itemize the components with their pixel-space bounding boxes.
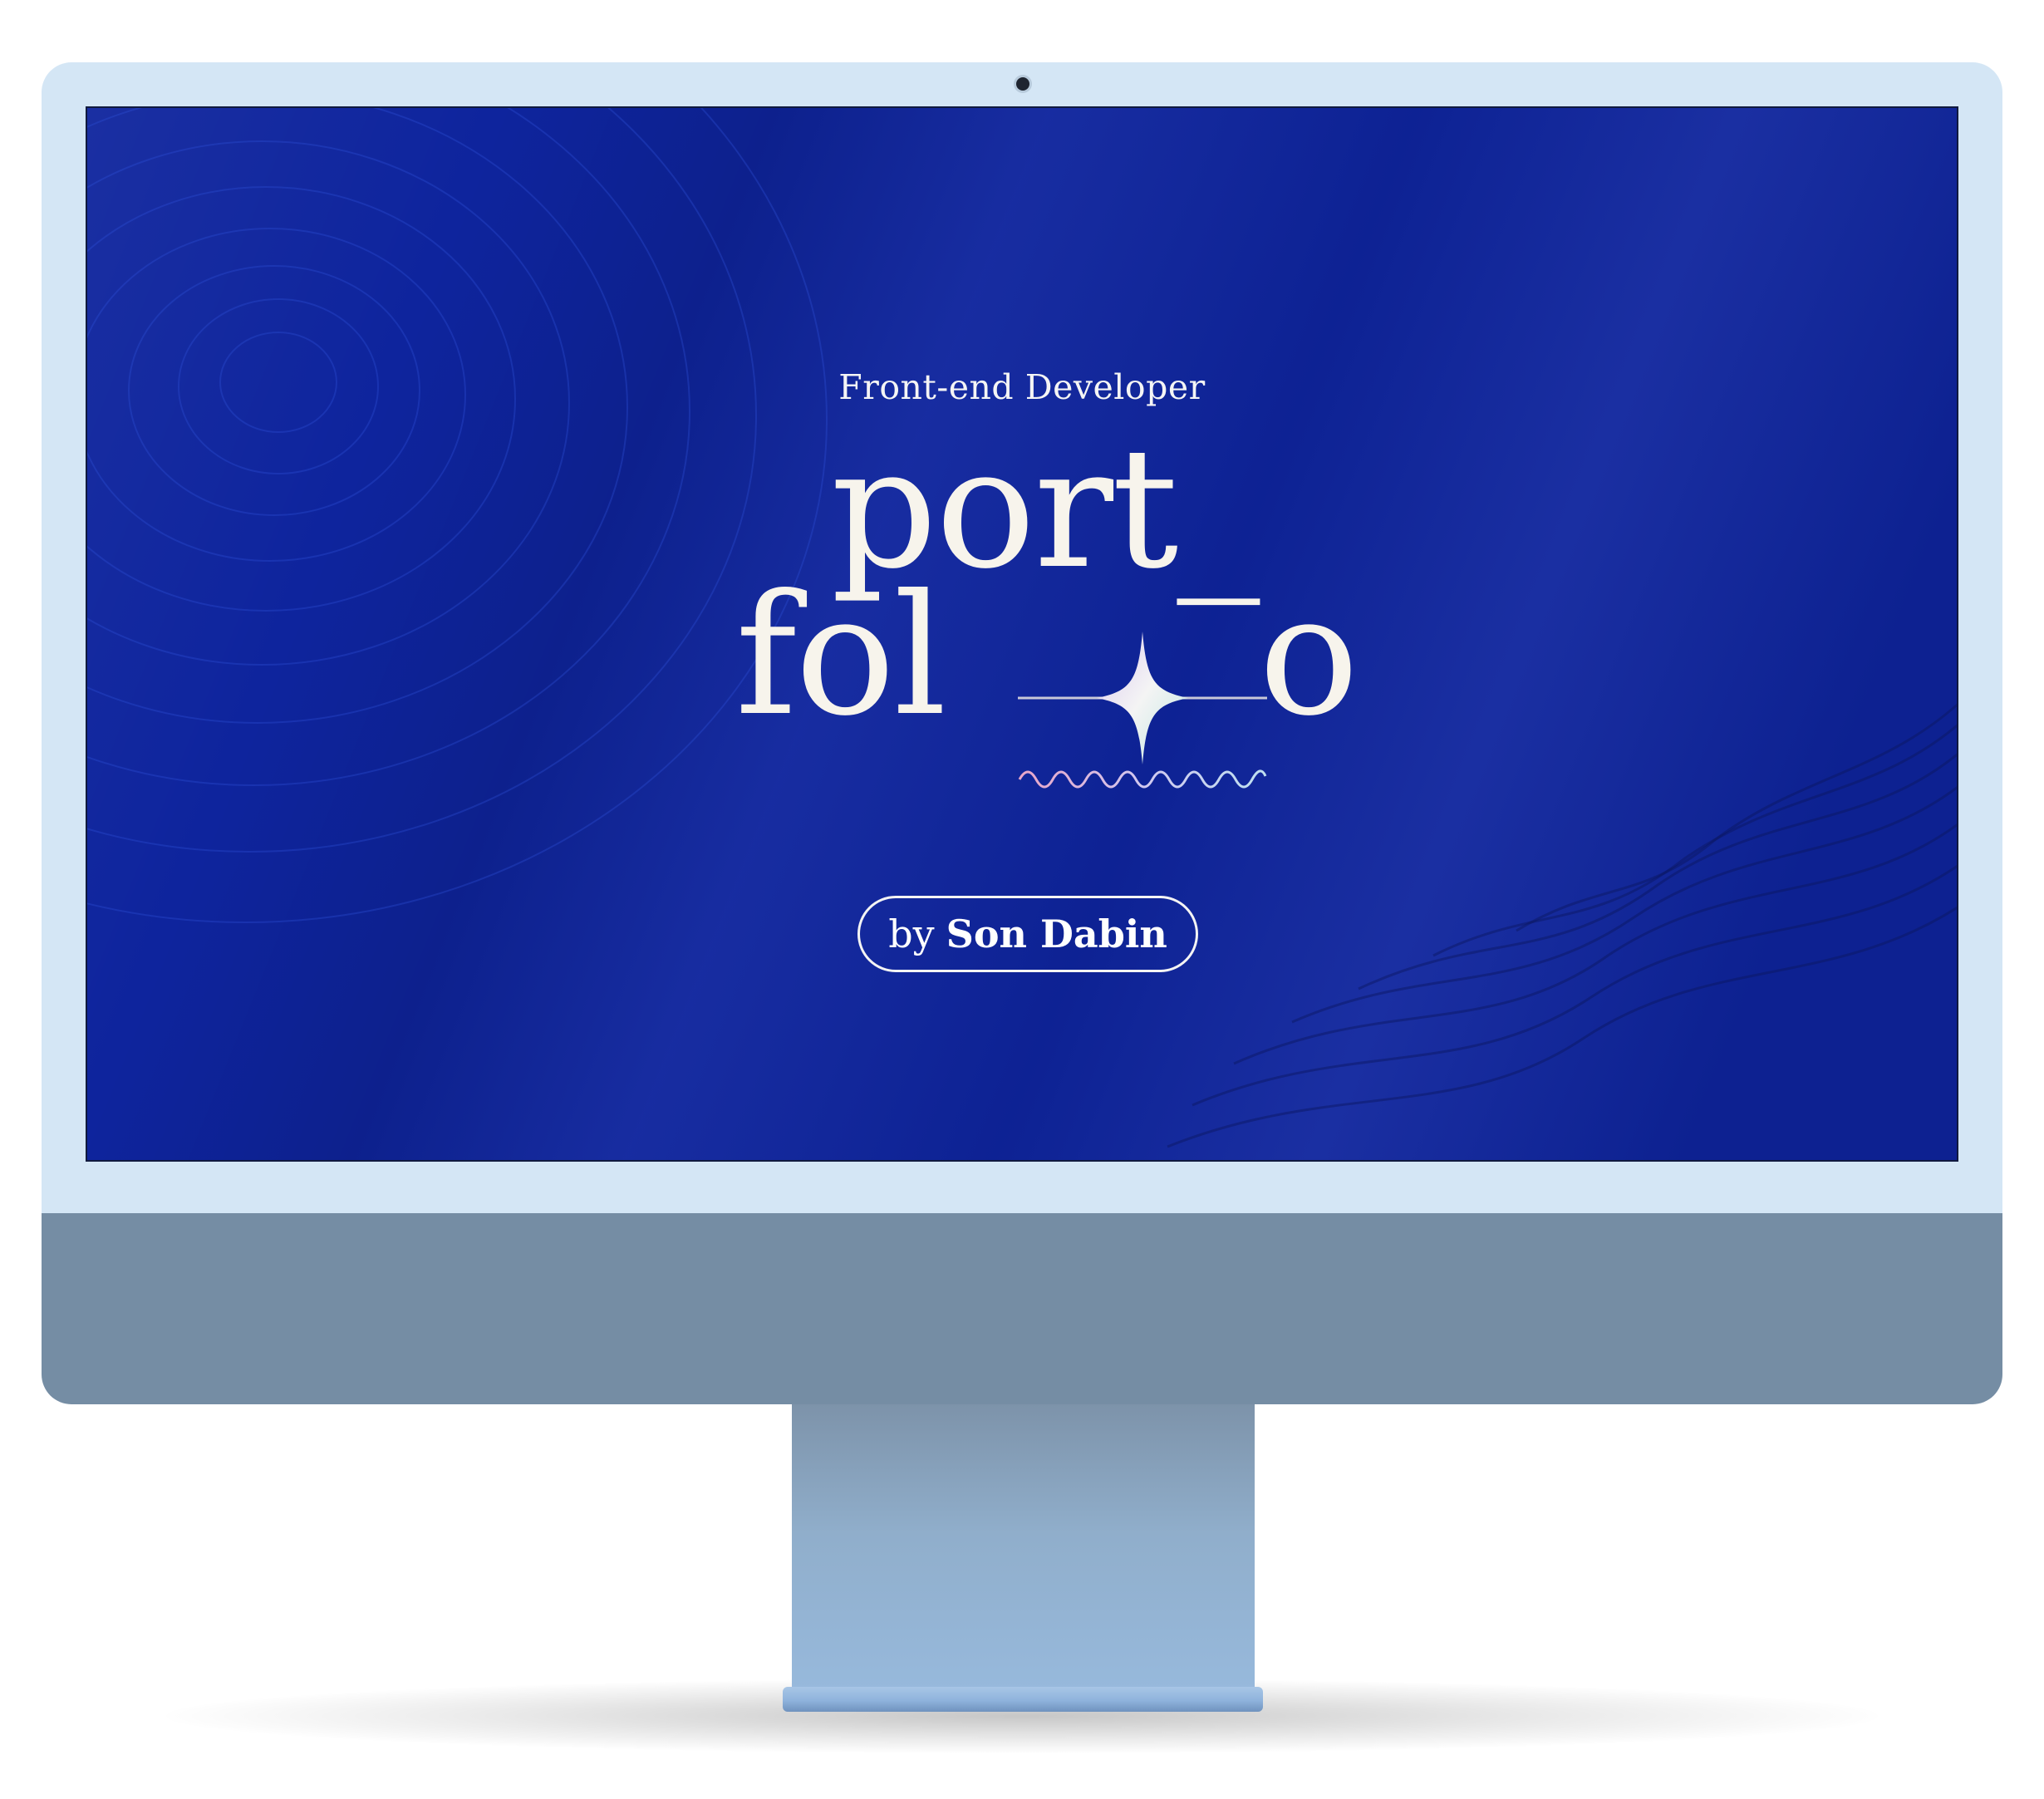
camera-icon xyxy=(1016,77,1029,91)
role-subtitle: Front-end Developer xyxy=(838,367,1206,407)
title-line-o: o xyxy=(1259,559,1359,753)
author-badge[interactable]: by Son Dabin xyxy=(857,896,1198,972)
screen: Front-end Developer port_ fol o by Son D… xyxy=(86,106,1958,1162)
stand-neck xyxy=(792,1404,1255,1691)
author-name: Son Dabin xyxy=(946,912,1167,956)
monitor-chin xyxy=(42,1213,2002,1404)
byline-prefix: by xyxy=(888,912,935,956)
stand-foot xyxy=(783,1687,1263,1712)
monitor: Front-end Developer port_ fol o by Son D… xyxy=(42,62,2002,1404)
sparkle-icon xyxy=(1018,632,1267,789)
title-line-fol: fol xyxy=(735,559,946,753)
monitor-bezel: Front-end Developer port_ fol o by Son D… xyxy=(42,62,2002,1213)
